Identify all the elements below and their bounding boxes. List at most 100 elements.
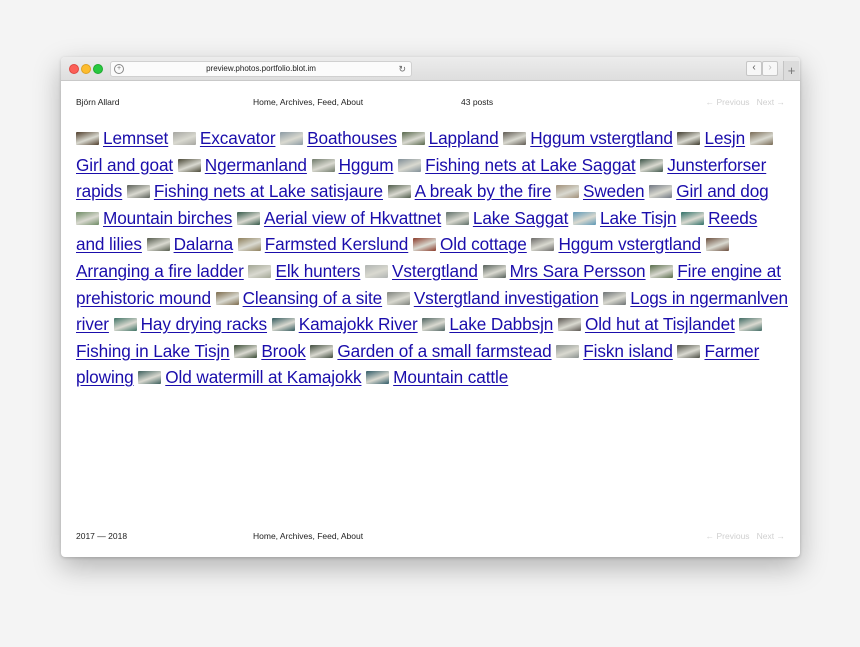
post-thumbnail[interactable] xyxy=(177,158,201,172)
post-link[interactable]: Hay drying racks xyxy=(141,314,268,334)
post-thumbnail[interactable] xyxy=(146,238,170,252)
post-thumbnail[interactable] xyxy=(681,211,705,225)
post-link[interactable]: Kamajokk River xyxy=(299,314,418,334)
reload-icon[interactable]: ↻ xyxy=(398,62,406,76)
post-item[interactable]: Excavator xyxy=(172,128,276,148)
post-item[interactable]: Lemnset xyxy=(76,128,168,148)
post-item[interactable]: Fishing nets at Lake satisjaure xyxy=(126,181,383,201)
post-link[interactable]: A break by the fire xyxy=(415,181,552,201)
post-link[interactable]: Fiskn island xyxy=(583,341,673,361)
post-link[interactable]: Lake Dabbsjn xyxy=(449,314,553,334)
post-thumbnail[interactable] xyxy=(386,291,410,305)
post-thumbnail[interactable] xyxy=(749,132,773,145)
post-link[interactable]: Lemnset xyxy=(103,128,168,148)
post-item[interactable]: Farmsted Kerslund xyxy=(237,234,408,254)
post-thumbnail[interactable] xyxy=(650,264,674,278)
post-link[interactable]: Hggum xyxy=(339,155,394,175)
post-link[interactable]: Dalarna xyxy=(174,234,234,254)
post-item[interactable]: Ngermanland xyxy=(177,155,307,175)
post-link[interactable]: Lake Saggat xyxy=(473,208,569,228)
post-link[interactable]: Elk hunters xyxy=(275,261,360,281)
post-thumbnail[interactable] xyxy=(234,344,258,358)
post-link[interactable]: Boathouses xyxy=(307,128,397,148)
post-item[interactable]: Hggum xyxy=(311,155,394,175)
post-thumbnail[interactable] xyxy=(531,238,555,252)
minimize-window-button[interactable] xyxy=(81,64,91,74)
site-name[interactable]: Björn Allard xyxy=(76,97,119,107)
back-button[interactable]: ‹ xyxy=(746,61,762,76)
post-item[interactable]: Vstergtland xyxy=(365,261,478,281)
post-thumbnail[interactable] xyxy=(482,264,506,278)
footer-nav[interactable]: Home, Archives, Feed, About xyxy=(253,531,363,541)
header-nav[interactable]: Home, Archives, Feed, About xyxy=(253,97,363,107)
post-thumbnail[interactable] xyxy=(572,211,596,225)
post-link[interactable]: Old cottage xyxy=(440,234,527,254)
post-thumbnail[interactable] xyxy=(113,318,137,332)
post-item[interactable]: Vstergtland investigation xyxy=(386,288,599,308)
post-thumbnail[interactable] xyxy=(310,344,334,358)
zoom-window-button[interactable] xyxy=(93,64,103,74)
post-link[interactable]: Mrs Sara Persson xyxy=(510,261,646,281)
post-item[interactable]: A break by the fire xyxy=(387,181,552,201)
post-item[interactable]: Brook xyxy=(234,341,306,361)
post-thumbnail[interactable] xyxy=(215,291,239,305)
post-link[interactable]: Hggum vstergtland xyxy=(558,234,701,254)
post-thumbnail[interactable] xyxy=(503,132,527,145)
post-item[interactable]: Girl and dog xyxy=(649,181,769,201)
post-link[interactable]: Hggum vstergtland xyxy=(530,128,673,148)
post-thumbnail[interactable] xyxy=(640,158,664,172)
post-item[interactable]: Boathouses xyxy=(280,128,397,148)
post-thumbnail[interactable] xyxy=(556,344,580,358)
post-link[interactable]: Fishing in Lake Tisjn xyxy=(76,341,230,361)
post-thumbnail[interactable] xyxy=(649,185,673,199)
post-link[interactable]: Fishing nets at Lake satisjaure xyxy=(154,181,383,201)
privacy-shield-icon[interactable]: + xyxy=(114,64,124,74)
post-item[interactable]: Fiskn island xyxy=(556,341,673,361)
post-item[interactable]: Hggum vstergtland xyxy=(503,128,673,148)
post-link[interactable]: Excavator xyxy=(200,128,276,148)
post-item[interactable]: Old watermill at Kamajokk xyxy=(138,367,362,387)
post-thumbnail[interactable] xyxy=(271,318,295,332)
post-thumbnail[interactable] xyxy=(445,211,469,225)
post-item[interactable]: Lake Saggat xyxy=(445,208,569,228)
post-thumbnail[interactable] xyxy=(365,264,389,278)
post-link[interactable]: Mountain birches xyxy=(103,208,232,228)
post-thumbnail[interactable] xyxy=(412,238,436,252)
next-link[interactable]: Next → xyxy=(757,97,785,107)
post-item[interactable]: Garden of a small farmstead xyxy=(310,341,552,361)
post-thumbnail[interactable] xyxy=(705,238,729,252)
post-thumbnail[interactable] xyxy=(236,211,260,225)
post-thumbnail[interactable] xyxy=(76,132,99,145)
post-item[interactable]: Old cottage xyxy=(412,234,527,254)
post-item[interactable]: Lappland xyxy=(401,128,499,148)
post-item[interactable]: Mrs Sara Persson xyxy=(482,261,646,281)
post-thumbnail[interactable] xyxy=(248,264,272,278)
post-thumbnail[interactable] xyxy=(739,318,763,332)
post-link[interactable]: Girl and goat xyxy=(76,155,173,175)
post-link[interactable]: Old hut at Tisjlandet xyxy=(585,314,735,334)
post-link[interactable]: Vstergtland investigation xyxy=(414,288,599,308)
post-link[interactable]: Garden of a small farmstead xyxy=(337,341,551,361)
footer-next-link[interactable]: Next → xyxy=(757,531,785,541)
post-item[interactable]: Mountain birches xyxy=(76,208,232,228)
post-link[interactable]: Aerial view of Hkvattnet xyxy=(264,208,441,228)
post-link[interactable]: Girl and dog xyxy=(676,181,769,201)
post-thumbnail[interactable] xyxy=(677,344,701,358)
post-item[interactable]: Fishing nets at Lake Saggat xyxy=(398,155,636,175)
post-item[interactable]: Hay drying racks xyxy=(113,314,268,334)
post-thumbnail[interactable] xyxy=(311,158,335,172)
post-item[interactable]: Sweden xyxy=(555,181,645,201)
post-thumbnail[interactable] xyxy=(138,371,162,385)
post-item[interactable]: Lake Dabbsjn xyxy=(422,314,553,334)
address-bar[interactable]: + preview.photos.portfolio.blot.im ↻ xyxy=(110,61,412,77)
post-link[interactable]: Ngermanland xyxy=(205,155,307,175)
post-thumbnail[interactable] xyxy=(603,291,627,305)
post-link[interactable]: Lake Tisjn xyxy=(600,208,676,228)
post-thumbnail[interactable] xyxy=(422,318,446,332)
post-link[interactable]: Lesjn xyxy=(704,128,745,148)
post-link[interactable]: Cleansing of a site xyxy=(243,288,383,308)
post-link[interactable]: Lappland xyxy=(429,128,499,148)
post-item[interactable]: Aerial view of Hkvattnet xyxy=(236,208,441,228)
new-tab-button[interactable]: + xyxy=(783,61,799,80)
post-thumbnail[interactable] xyxy=(280,132,304,145)
